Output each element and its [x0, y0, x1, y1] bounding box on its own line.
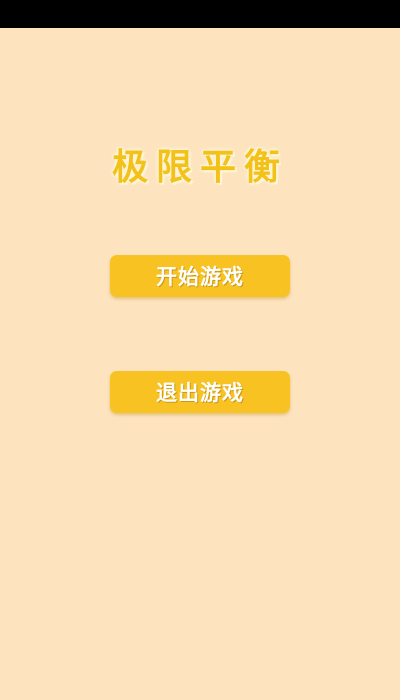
game-menu-screen: 极限平衡 开始游戏 退出游戏	[0, 28, 400, 700]
exit-game-button[interactable]: 退出游戏	[110, 371, 290, 413]
status-bar	[0, 0, 400, 28]
start-game-button[interactable]: 开始游戏	[110, 255, 290, 297]
game-title: 极限平衡	[111, 146, 288, 188]
start-game-label: 开始游戏	[156, 265, 244, 289]
exit-game-label: 退出游戏	[156, 381, 244, 405]
